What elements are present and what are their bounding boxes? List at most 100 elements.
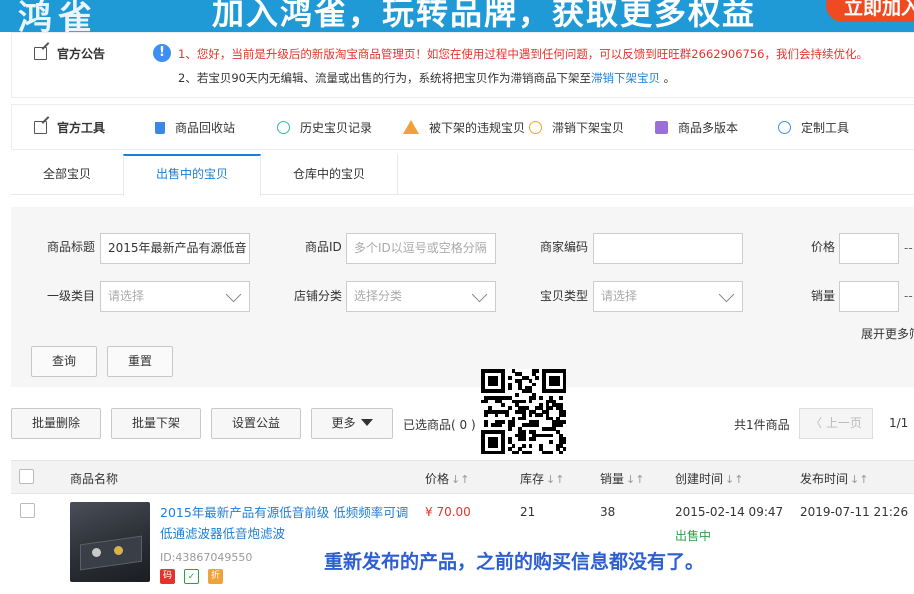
annotation-caption: 重新发布的产品，之前的购买信息都没有了。 bbox=[324, 551, 705, 573]
tool-slow-sale[interactable]: 滞销下架宝贝 bbox=[529, 119, 624, 136]
sales-label: 销量 bbox=[811, 289, 836, 303]
col-published[interactable]: 发布时间 ↓↑ bbox=[800, 470, 868, 487]
doc-badge-icon[interactable]: ✓ bbox=[184, 569, 199, 584]
qr-module bbox=[484, 423, 489, 428]
history-icon bbox=[277, 121, 290, 134]
more-actions-button[interactable]: 更多 bbox=[311, 408, 393, 439]
price-min-input[interactable] bbox=[839, 233, 899, 264]
search-button[interactable]: 查询 bbox=[31, 346, 97, 377]
edit-icon bbox=[34, 47, 47, 60]
shop-category-select[interactable]: 选择分类 bbox=[346, 281, 496, 312]
id-input[interactable]: 多个ID以逗号或空格分隔 bbox=[346, 233, 496, 264]
qr-module bbox=[559, 423, 563, 428]
qr-module bbox=[521, 416, 526, 421]
qr-module bbox=[504, 413, 509, 417]
qr-module bbox=[511, 423, 516, 428]
category-select[interactable]: 请选择 bbox=[100, 281, 250, 312]
price-range-separator: -- bbox=[904, 241, 913, 255]
chevron-down-icon bbox=[471, 286, 488, 303]
slow-sale-icon bbox=[529, 121, 542, 134]
tool-recycle-bin[interactable]: 商品回收站 bbox=[155, 119, 235, 136]
qr-module bbox=[559, 396, 563, 400]
qr-module bbox=[494, 413, 499, 417]
qr-module bbox=[511, 443, 516, 448]
tool-violations[interactable]: 被下架的违规宝贝 bbox=[403, 119, 525, 136]
batch-delist-button[interactable]: 批量下架 bbox=[111, 408, 201, 439]
sort-icon: ↓↑ bbox=[546, 473, 565, 486]
tab-warehouse[interactable]: 仓库中的宝贝 bbox=[261, 154, 397, 195]
caret-down-icon bbox=[360, 419, 373, 426]
expand-more-filters[interactable]: 展开更多筛 bbox=[861, 325, 914, 342]
col-created[interactable]: 创建时间 ↓↑ bbox=[675, 470, 743, 487]
product-title-link[interactable]: 2015年最新产品有源低音前级 低频频率可调 低通滤波器低音炮滤波 bbox=[160, 502, 415, 544]
item-type-label: 宝贝类型 bbox=[540, 289, 589, 303]
tab-all-items[interactable]: 全部宝贝 bbox=[11, 154, 123, 195]
info-icon: ! bbox=[153, 44, 171, 62]
qr-module bbox=[501, 389, 506, 394]
tool-custom[interactable]: 定制工具 bbox=[778, 119, 849, 136]
slow-sale-link[interactable]: 滞销下架宝贝 bbox=[591, 71, 660, 85]
qr-module bbox=[501, 420, 506, 424]
code-badge[interactable]: 码 bbox=[160, 569, 175, 584]
qr-module bbox=[559, 450, 563, 455]
qr-module bbox=[562, 420, 567, 424]
category-label: 一级类目 bbox=[47, 289, 96, 303]
sort-icon: ↓↑ bbox=[451, 473, 470, 486]
qr-module bbox=[508, 386, 512, 390]
row-checkbox[interactable] bbox=[20, 503, 35, 518]
product-thumbnail[interactable] bbox=[70, 502, 150, 582]
notice-line-2: 2、若宝贝90天内无编辑、流量或出售的行为，系统将把宝贝作为滞销商品下架至滞销下… bbox=[178, 71, 676, 85]
title-input[interactable]: 2015年最新产品有源低音 bbox=[100, 233, 250, 264]
qr-module bbox=[549, 433, 553, 438]
custom-tool-icon bbox=[778, 121, 791, 134]
qr-module bbox=[528, 399, 533, 404]
qr-module bbox=[555, 382, 560, 387]
qr-module bbox=[535, 423, 540, 428]
tool-multi-version[interactable]: 商品多版本 bbox=[655, 119, 738, 136]
qr-module bbox=[508, 426, 512, 431]
product-stock: 21 bbox=[520, 505, 536, 519]
tab-on-sale[interactable]: 出售中的宝贝 bbox=[123, 154, 261, 196]
qr-module bbox=[498, 423, 502, 428]
merchant-code-input[interactable] bbox=[593, 233, 743, 264]
banner-logo: 鸿雀 bbox=[18, 0, 98, 32]
filter-panel: 商品标题 2015年最新产品有源低音 商品ID 多个ID以逗号或空格分隔 商家编… bbox=[11, 207, 914, 387]
selected-count: 已选商品( 0 ) bbox=[403, 418, 476, 432]
qr-module bbox=[528, 443, 533, 448]
sales-min-input[interactable] bbox=[839, 281, 899, 312]
official-tools-panel: 官方工具 商品回收站 历史宝贝记录 被下架的违规宝贝 滞销下架宝贝 商品多版本 … bbox=[11, 104, 914, 150]
id-label: 商品ID bbox=[305, 240, 342, 254]
page-indicator: 1/1 bbox=[889, 416, 909, 430]
col-stock[interactable]: 库存 ↓↑ bbox=[520, 470, 564, 487]
qr-module bbox=[535, 375, 540, 380]
title-label: 商品标题 bbox=[47, 240, 96, 254]
batch-delete-button[interactable]: 批量删除 bbox=[11, 408, 101, 439]
sales-range-separator: -- bbox=[904, 289, 913, 303]
qr-module bbox=[535, 369, 540, 373]
sort-icon: ↓↑ bbox=[626, 473, 645, 486]
reset-button[interactable]: 重置 bbox=[107, 346, 173, 377]
discount-badge[interactable]: 折 bbox=[208, 569, 223, 584]
tool-history[interactable]: 历史宝贝记录 bbox=[277, 119, 372, 136]
qr-module bbox=[521, 437, 526, 441]
col-price[interactable]: 价格 ↓↑ bbox=[425, 470, 469, 487]
col-sales[interactable]: 销量 ↓↑ bbox=[600, 470, 644, 487]
banner-join-button[interactable]: 立即加入 bbox=[826, 0, 914, 22]
chevron-down-icon bbox=[718, 286, 735, 303]
product-sales: 38 bbox=[600, 505, 616, 519]
total-count: 共1件商品 bbox=[734, 418, 790, 432]
select-all-checkbox[interactable] bbox=[19, 469, 34, 484]
sort-icon: ↓↑ bbox=[850, 473, 869, 486]
product-knob bbox=[92, 548, 101, 557]
item-status-tabs: 全部宝贝 出售中的宝贝 仓库中的宝贝 bbox=[11, 154, 914, 196]
qr-module bbox=[562, 440, 567, 445]
qr-module bbox=[484, 413, 489, 417]
set-charity-button[interactable]: 设置公益 bbox=[211, 408, 301, 439]
prev-page-button[interactable]: 〈 上一页 bbox=[799, 408, 873, 439]
qr-module bbox=[538, 396, 543, 400]
qr-module bbox=[528, 413, 533, 417]
item-type-select[interactable]: 请选择 bbox=[593, 281, 743, 312]
qr-module bbox=[549, 440, 553, 445]
price-label: 价格 bbox=[811, 240, 836, 254]
promo-banner[interactable]: 鸿雀 加入鸿雀，玩转品牌，获取更多权益 立即加入 bbox=[0, 0, 914, 32]
